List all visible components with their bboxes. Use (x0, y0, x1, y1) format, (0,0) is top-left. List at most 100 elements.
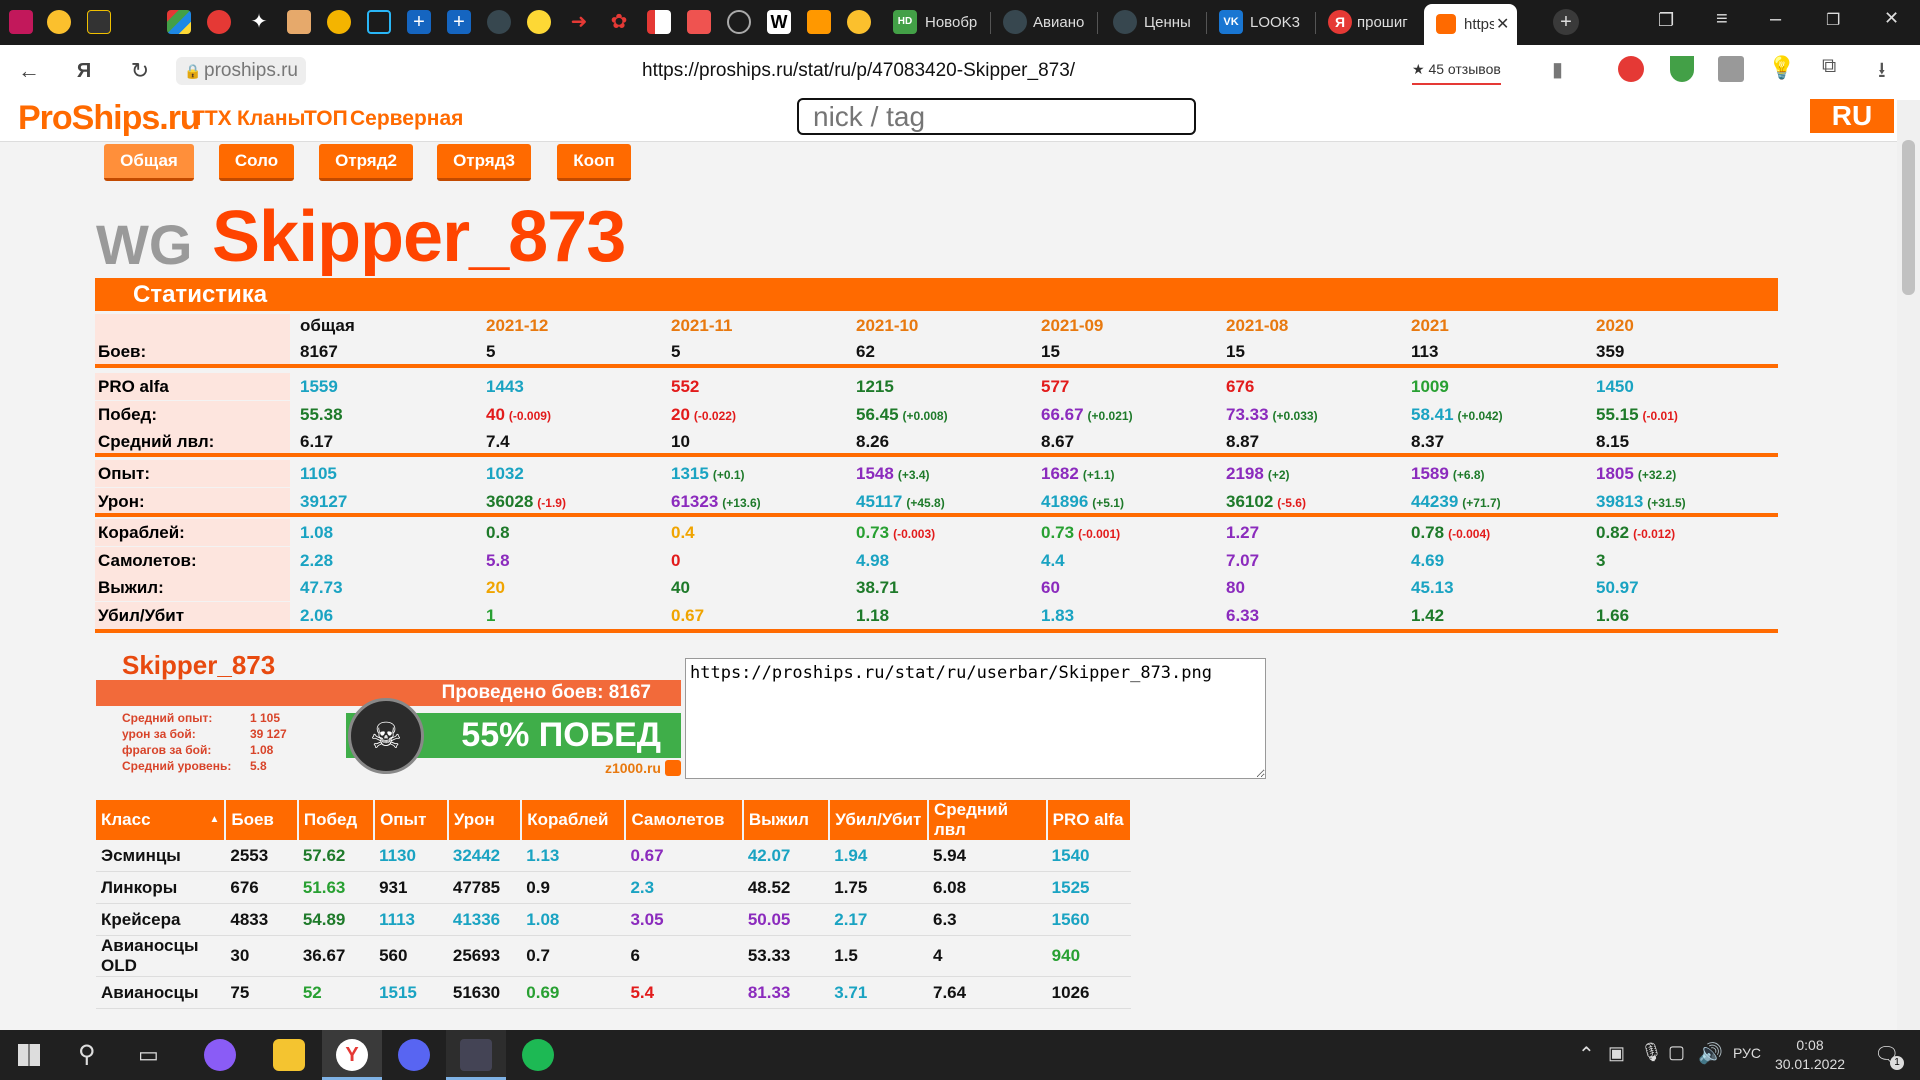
scrollbar-track[interactable] (1897, 100, 1920, 1030)
bookmark-icon[interactable]: ▮ (1552, 57, 1563, 82)
close-window-icon[interactable]: ✕ (1884, 8, 1899, 29)
stats-value: 8.67 (1041, 432, 1075, 451)
pinned-tab-icon[interactable] (367, 10, 391, 34)
pinned-tab-icon[interactable] (527, 10, 551, 34)
shield-icon[interactable] (1670, 56, 1694, 82)
volume-icon[interactable]: 🔊 (1698, 1041, 1723, 1066)
class-column-sortable-header[interactable]: Класс ▲ (96, 800, 227, 840)
stats-cell: 55.15 (-0.01) (1596, 401, 1678, 430)
site-logo[interactable]: ProShips.ru (18, 99, 201, 138)
stats-value: 8.26 (856, 432, 890, 451)
userbar-url-textarea[interactable]: https://proships.ru/stat/ru/userbar/Skip… (685, 658, 1266, 779)
tab-title[interactable]: Новобр (925, 0, 977, 45)
mode-coop-button[interactable]: Кооп (557, 144, 631, 181)
class-column-header[interactable]: Кораблей (521, 800, 627, 840)
stats-cell: 8.15 (1596, 428, 1629, 455)
discord-icon[interactable] (398, 1039, 430, 1071)
minimize-icon[interactable]: – (1770, 8, 1781, 31)
mode-squad2-button[interactable]: Отряд2 (319, 144, 413, 181)
pinned-tab-icon[interactable]: + (407, 10, 431, 34)
clock[interactable]: 0:08 30.01.2022 (1770, 1036, 1850, 1074)
menu-icon[interactable]: ≡ (1716, 8, 1728, 31)
class-column-header[interactable]: Средний лвл (927, 800, 1048, 840)
tab-title[interactable]: Авиано (1033, 0, 1085, 45)
mode-general-button[interactable]: Общая (104, 144, 194, 181)
download-icon[interactable]: ⭳ (1878, 53, 1886, 91)
reviews-badge[interactable]: ★ 45 отзывов (1412, 55, 1501, 85)
mode-squad3-button[interactable]: Отряд3 (437, 144, 531, 181)
pinned-tab-icon[interactable] (487, 10, 511, 34)
restore-icon[interactable]: ❐ (1826, 10, 1840, 30)
pinned-tab-icon[interactable] (47, 10, 71, 34)
pinned-tab-icon[interactable]: ➜ (567, 10, 591, 34)
active-tab[interactable]: https ✕ (1424, 4, 1517, 45)
pinned-tab-icon[interactable]: + (447, 10, 471, 34)
adblock-icon[interactable] (1618, 56, 1644, 82)
tab-title[interactable]: прошиг (1357, 0, 1413, 45)
lightbulb-icon[interactable]: 💡 (1768, 55, 1795, 81)
stats-cell: 0.73 (-0.003) (856, 519, 935, 548)
pinned-tab-icon[interactable] (727, 10, 751, 34)
pinned-tab-icon[interactable] (287, 10, 311, 34)
file-explorer-icon[interactable] (273, 1039, 305, 1071)
alice-icon[interactable] (204, 1039, 236, 1071)
class-column-header[interactable]: Выжил (742, 800, 831, 840)
yandex-home-icon[interactable]: Я (70, 57, 98, 85)
task-view-icon[interactable]: ▭ (138, 1042, 159, 1068)
mode-solo-button[interactable]: Соло (219, 144, 294, 181)
pinned-tab-icon[interactable] (807, 10, 831, 34)
class-column-header[interactable]: Боев (225, 800, 299, 840)
region-button[interactable]: RU (1810, 99, 1894, 133)
tab-close-icon[interactable]: ✕ (1496, 4, 1509, 45)
camera-icon[interactable]: ▣ (1608, 1043, 1625, 1064)
taskbar-active-app[interactable]: Y (322, 1030, 382, 1080)
nav-server[interactable]: Серверная (350, 107, 463, 131)
stats-value: 40 (486, 405, 505, 424)
extensions-icon[interactable]: ⧉ (1822, 55, 1836, 78)
new-tab-button[interactable]: + (1553, 9, 1579, 35)
scrollbar-thumb[interactable] (1902, 140, 1915, 295)
tab-title[interactable]: Ценны (1144, 0, 1196, 45)
pinned-tab-icon[interactable] (167, 10, 191, 34)
class-stat-cell: 6.3 (927, 903, 1047, 936)
microphone-icon[interactable]: 🎙 (1640, 1042, 1663, 1063)
windows-start-icon[interactable] (18, 1044, 40, 1066)
nick-search-input[interactable] (797, 98, 1196, 135)
pinned-tab-icon[interactable] (647, 10, 671, 34)
pinned-tab-icon[interactable] (9, 10, 33, 34)
class-column-header[interactable]: Самолетов (625, 800, 744, 840)
search-icon[interactable]: ⚲ (78, 1040, 96, 1069)
nav-clans[interactable]: Кланы (237, 107, 305, 131)
table-row: Линкоры 676 51.63 931 47785 0.9 2.3 48.52 1.75 6.… (96, 871, 1131, 904)
spotify-icon[interactable] (522, 1039, 554, 1071)
pinned-tab-icon[interactable]: W (767, 10, 791, 34)
back-icon[interactable]: ← (15, 57, 43, 85)
stats-separator (95, 629, 1778, 633)
pinned-tab-icon[interactable] (207, 10, 231, 34)
tray-chevron-icon[interactable]: ⌃ (1578, 1042, 1595, 1067)
network-icon[interactable]: ▢ (1668, 1042, 1685, 1063)
stats-cell: 50.97 (1596, 574, 1639, 601)
class-column-header[interactable]: Опыт (374, 800, 449, 840)
extension-icon[interactable] (1718, 56, 1744, 82)
url-text[interactable]: https://proships.ru/stat/ru/p/47083420-S… (642, 57, 1075, 85)
pinned-tab-icon[interactable] (87, 10, 111, 34)
tab-title[interactable]: LOOK3 (1250, 0, 1308, 45)
pinned-tab-icon[interactable] (847, 10, 871, 34)
reload-icon[interactable]: ↻ (126, 57, 154, 85)
tabs-overview-icon[interactable]: ❐ (1658, 10, 1674, 31)
class-column-header[interactable]: PRO alfa (1046, 800, 1133, 840)
pinned-tab-icon[interactable]: ✦ (247, 10, 271, 34)
pinned-tab-icon[interactable]: ✿ (607, 10, 631, 34)
class-column-header[interactable]: Побед (297, 800, 376, 840)
taskbar-game-app[interactable] (446, 1030, 506, 1080)
nav-top[interactable]: ТОП (304, 107, 348, 131)
pinned-tab-icon[interactable] (327, 10, 351, 34)
class-column-header[interactable]: Урон (447, 800, 523, 840)
nav-ttx[interactable]: ТТХ (192, 107, 232, 131)
class-column-header[interactable]: Убил/Убит (829, 800, 929, 840)
language-indicator[interactable]: РУС (1733, 1045, 1761, 1061)
site-info-chip[interactable]: 🔒 proships.ru (176, 57, 306, 85)
pinned-tab-icon[interactable] (687, 10, 711, 34)
class-stat-cell: 5.94 (927, 840, 1047, 872)
